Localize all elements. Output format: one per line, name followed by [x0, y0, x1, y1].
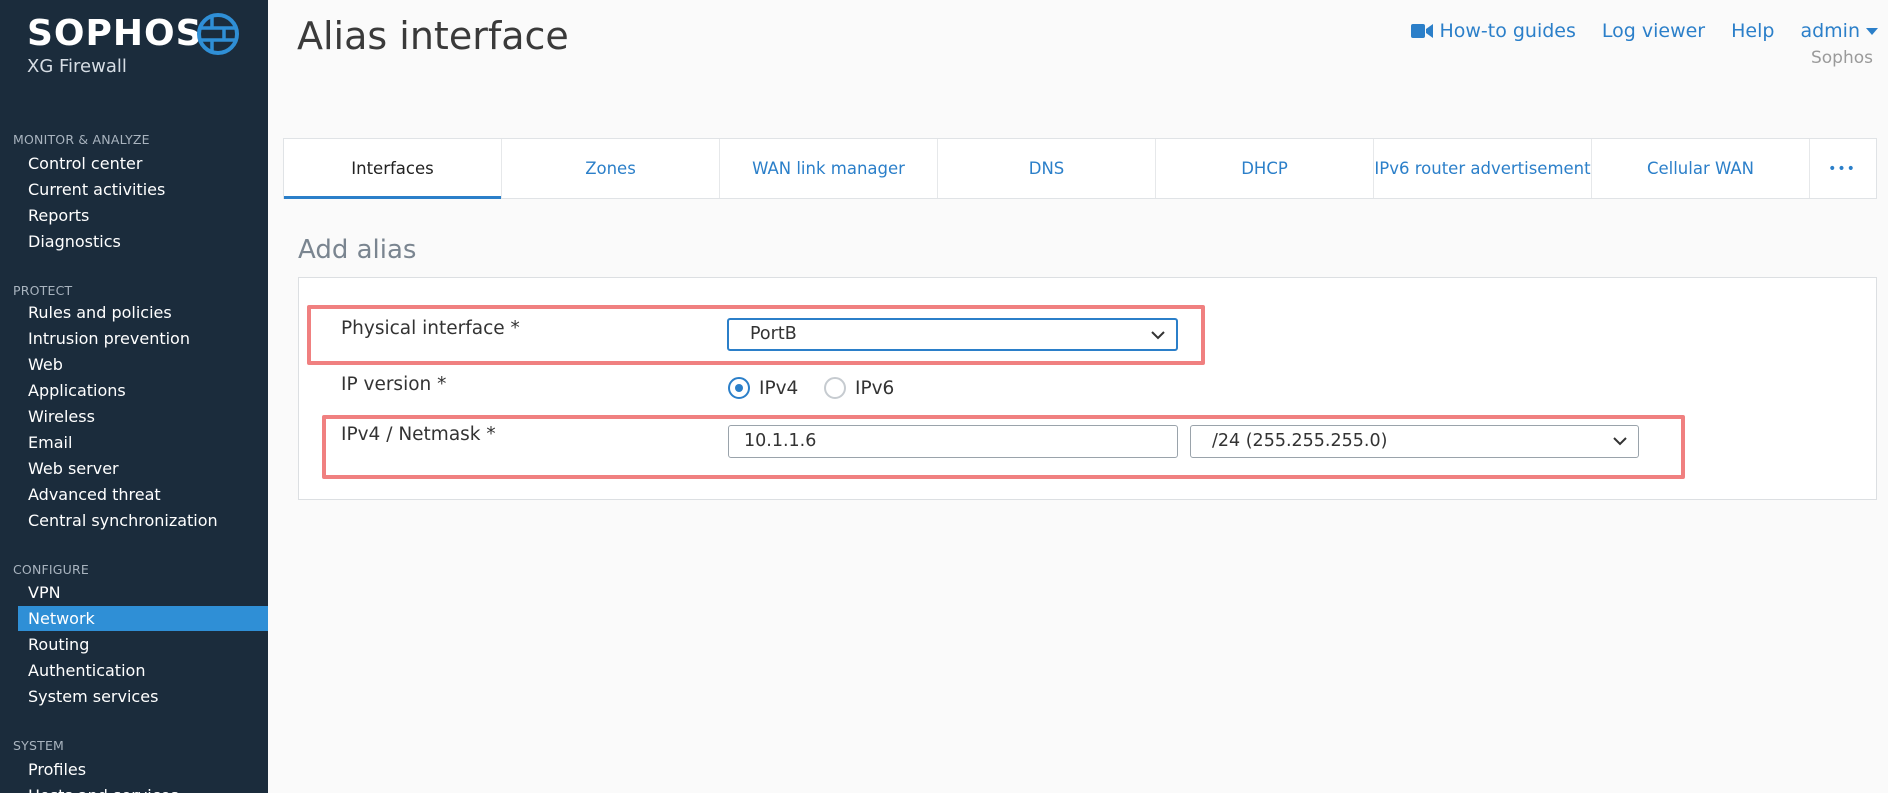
sidebar-item-diagnostics[interactable]: Diagnostics	[18, 229, 268, 254]
sidebar-item-routing[interactable]: Routing	[18, 632, 268, 657]
tab-zones[interactable]: Zones	[502, 139, 720, 198]
user-name: admin	[1800, 20, 1860, 42]
sidebar-item-rules-and-policies[interactable]: Rules and policies	[18, 300, 268, 325]
sidebar-item-authentication[interactable]: Authentication	[18, 658, 268, 683]
sidebar-item-central-synchronization[interactable]: Central synchronization	[18, 508, 268, 533]
sidebar-item-vpn[interactable]: VPN	[18, 580, 268, 605]
nav-heading-monitor: MONITOR & ANALYZE	[13, 132, 150, 147]
physical-interface-select[interactable]: PortB	[727, 318, 1178, 351]
company-name: Sophos	[1810, 48, 1873, 68]
howto-guides-link[interactable]: How-to guides	[1411, 20, 1576, 42]
sidebar-item-network[interactable]: Network	[18, 606, 268, 631]
radio-ipv4[interactable]: IPv4	[728, 377, 798, 399]
sidebar: SOPHOS XG Firewall MONITOR & ANALYZE Con…	[0, 0, 268, 793]
radio-ipv6-indicator	[824, 377, 846, 399]
log-viewer-link[interactable]: Log viewer	[1602, 20, 1705, 42]
tab-ipv6-router-advertisement[interactable]: IPv6 router advertisement	[1374, 139, 1592, 198]
brand-logo: SOPHOS XG Firewall	[27, 13, 203, 78]
sidebar-item-system-services[interactable]: System services	[18, 684, 268, 709]
sidebar-item-wireless[interactable]: Wireless	[18, 404, 268, 429]
video-camera-icon	[1411, 24, 1434, 38]
sidebar-item-control-center[interactable]: Control center	[18, 151, 268, 176]
tab-dns[interactable]: DNS	[938, 139, 1156, 198]
ellipsis-icon: •••	[1828, 160, 1856, 177]
netmask-value: /24 (255.255.255.0)	[1212, 431, 1388, 451]
howto-guides-label: How-to guides	[1439, 20, 1576, 42]
tab-bar: Interfaces Zones WAN link manager DNS DH…	[283, 138, 1877, 199]
sidebar-item-web[interactable]: Web	[18, 352, 268, 377]
product-name: XG Firewall	[27, 56, 127, 77]
top-links: How-to guides Log viewer Help admin	[1411, 20, 1878, 42]
sidebar-item-web-server[interactable]: Web server	[18, 456, 268, 481]
sidebar-item-advanced-threat[interactable]: Advanced threat	[18, 482, 268, 507]
user-menu[interactable]: admin	[1800, 20, 1878, 42]
nav-heading-system: SYSTEM	[13, 738, 65, 753]
section-title: Add alias	[298, 235, 417, 265]
ipv4-netmask-label: IPv4 / Netmask *	[341, 424, 496, 445]
help-link[interactable]: Help	[1731, 20, 1774, 42]
radio-ipv6-label: IPv6	[855, 377, 895, 399]
sidebar-item-reports[interactable]: Reports	[18, 203, 268, 228]
chevron-down-icon	[1151, 331, 1165, 340]
sidebar-item-email[interactable]: Email	[18, 430, 268, 455]
ip-version-label: IP version *	[341, 374, 447, 395]
radio-ipv6[interactable]: IPv6	[824, 377, 894, 399]
caret-down-icon	[1866, 27, 1878, 35]
nav-heading-configure: CONFIGURE	[13, 562, 90, 577]
physical-interface-label: Physical interface *	[341, 318, 520, 339]
page-title: Alias interface	[297, 14, 569, 58]
radio-ipv4-indicator	[728, 377, 750, 399]
sidebar-item-applications[interactable]: Applications	[18, 378, 268, 403]
tab-wan-link-manager[interactable]: WAN link manager	[720, 139, 938, 198]
tab-interfaces[interactable]: Interfaces	[284, 139, 502, 199]
ipv4-address-value: 10.1.1.6	[744, 431, 817, 451]
netmask-select[interactable]: /24 (255.255.255.0)	[1190, 425, 1639, 458]
brand-name: SOPHOS	[27, 13, 203, 54]
nav-heading-protect: PROTECT	[13, 283, 73, 298]
ipv4-address-input[interactable]: 10.1.1.6	[728, 425, 1178, 458]
sidebar-item-current-activities[interactable]: Current activities	[18, 177, 268, 202]
physical-interface-value: PortB	[750, 324, 797, 344]
sidebar-item-profiles[interactable]: Profiles	[18, 757, 268, 782]
chevron-down-icon	[1613, 437, 1627, 446]
sidebar-item-intrusion-prevention[interactable]: Intrusion prevention	[18, 326, 268, 351]
more-tabs-button[interactable]: •••	[1810, 139, 1874, 198]
radio-ipv4-label: IPv4	[759, 377, 799, 399]
tab-dhcp[interactable]: DHCP	[1156, 139, 1374, 198]
sidebar-item-hosts-and-services[interactable]: Hosts and services	[18, 783, 268, 793]
globe-icon	[197, 13, 239, 55]
tab-cellular-wan[interactable]: Cellular WAN	[1592, 139, 1810, 198]
